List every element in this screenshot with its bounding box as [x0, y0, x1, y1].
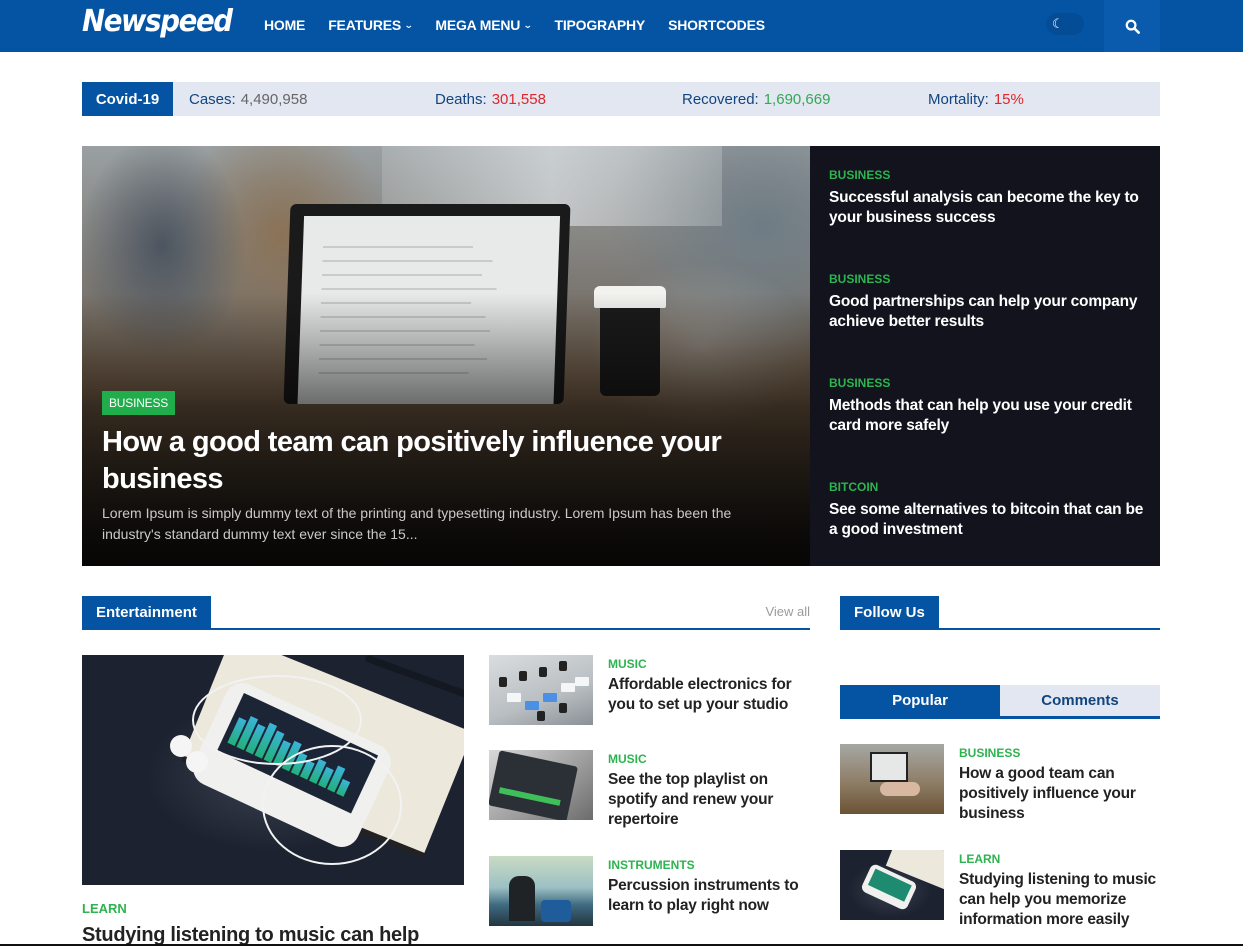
- nav-tipography[interactable]: TIPOGRAPHY: [555, 17, 646, 33]
- tab-comments[interactable]: Comments: [1000, 685, 1160, 716]
- stat-label: Deaths:: [435, 90, 487, 108]
- covid-recovered: Recovered: 1,690,669: [682, 82, 830, 116]
- site-logo[interactable]: Newspeed: [82, 4, 233, 39]
- post-title[interactable]: See the top playlist on spotify and rene…: [608, 770, 813, 830]
- stat-label: Cases:: [189, 90, 236, 108]
- post-thumbnail[interactable]: [840, 744, 944, 814]
- post-title[interactable]: Good partnerships can help your company …: [829, 292, 1149, 332]
- post-category[interactable]: MUSIC: [608, 657, 647, 671]
- dark-mode-toggle[interactable]: ☾: [1046, 13, 1084, 35]
- post-title[interactable]: See some alternatives to bitcoin that ca…: [829, 500, 1149, 540]
- post-category[interactable]: BUSINESS: [829, 168, 1149, 182]
- stat-label: Recovered:: [682, 90, 759, 108]
- post-thumbnail[interactable]: [489, 655, 593, 725]
- moon-icon: ☾: [1052, 16, 1064, 31]
- side-list-item[interactable]: BUSINESS Successful analysis can become …: [829, 168, 1149, 228]
- view-all-link[interactable]: View all: [765, 604, 810, 619]
- post-thumbnail[interactable]: [840, 850, 944, 920]
- stat-value: 4,490,958: [240, 90, 308, 108]
- nav-home-label: HOME: [264, 17, 306, 33]
- hero-title[interactable]: How a good team can positively influence…: [102, 424, 762, 498]
- chevron-down-icon: ⌄: [523, 19, 533, 30]
- nav-mega-menu-label: MEGA MENU: [435, 17, 521, 33]
- post-category[interactable]: INSTRUMENTS: [608, 858, 695, 872]
- list-item[interactable]: BUSINESS How a good team can positively …: [840, 744, 1162, 822]
- main-nav: HOME FEATURES ⌄ MEGA MENU ⌄ TIPOGRAPHY SHO…: [264, 0, 788, 50]
- list-item[interactable]: MUSIC Affordable electronics for you to …: [489, 655, 811, 727]
- nav-shortcodes-label: SHORTCODES: [668, 17, 765, 33]
- nav-tipography-label: TIPOGRAPHY: [554, 17, 646, 33]
- entertainment-section-header: Entertainment View all: [82, 596, 810, 630]
- stat-value: 301,558: [491, 90, 546, 108]
- covid-cases: Cases: 4,490,958: [189, 82, 307, 116]
- covid-ticker: Covid-19 Cases: 4,490,958 Deaths: 301,558 …: [82, 82, 1160, 116]
- post-title[interactable]: Studying listening to music can help: [82, 922, 419, 946]
- post-category[interactable]: LEARN: [959, 852, 1000, 866]
- featured-post-image[interactable]: [82, 655, 464, 885]
- post-category[interactable]: BITCOIN: [829, 480, 1149, 494]
- nav-mega-menu[interactable]: MEGA MENU ⌄: [435, 17, 533, 33]
- post-title[interactable]: Studying listening to music can help you…: [959, 870, 1164, 930]
- post-category[interactable]: MUSIC: [608, 752, 647, 766]
- stat-label: Mortality:: [928, 90, 989, 108]
- post-title[interactable]: Methods that can help you use your credi…: [829, 396, 1149, 436]
- nav-home[interactable]: HOME: [264, 17, 305, 33]
- post-title[interactable]: Successful analysis can become the key t…: [829, 188, 1149, 228]
- side-list-item[interactable]: BUSINESS Methods that can help you use y…: [829, 376, 1149, 436]
- top-navbar: Newspeed HOME FEATURES ⌄ MEGA MENU ⌄ TIPOG…: [0, 0, 1243, 52]
- nav-shortcodes[interactable]: SHORTCODES: [668, 17, 765, 33]
- list-item[interactable]: LEARN Studying listening to music can he…: [840, 850, 1162, 928]
- covid-label: Covid-19: [82, 82, 173, 116]
- search-icon: [1125, 19, 1140, 34]
- post-title[interactable]: Affordable electronics for you to set up…: [608, 675, 813, 715]
- search-button[interactable]: [1104, 0, 1160, 52]
- stat-value: 15%: [993, 90, 1024, 108]
- post-title[interactable]: Percussion instruments to learn to play …: [608, 876, 813, 916]
- post-category[interactable]: LEARN: [82, 901, 127, 916]
- post-category[interactable]: BUSINESS: [829, 376, 1149, 390]
- post-category[interactable]: BUSINESS: [829, 272, 1149, 286]
- image-cable: [262, 745, 402, 865]
- follow-us-section-header: Follow Us: [840, 596, 1160, 630]
- featured-side-list: BUSINESS Successful analysis can become …: [810, 146, 1160, 566]
- category-badge[interactable]: BUSINESS: [102, 391, 176, 415]
- image-pen: [364, 655, 464, 699]
- list-item[interactable]: MUSIC See the top playlist on spotify an…: [489, 750, 811, 828]
- post-title[interactable]: How a good team can positively influence…: [959, 764, 1149, 824]
- covid-mortality: Mortality: 15%: [928, 82, 1024, 116]
- hero-excerpt: Lorem Ipsum is simply dummy text of the …: [102, 505, 732, 542]
- section-title: Follow Us: [840, 596, 939, 628]
- nav-features[interactable]: FEATURES ⌄: [328, 17, 414, 33]
- side-list-item[interactable]: BITCOIN See some alternatives to bitcoin…: [829, 480, 1149, 540]
- sidebar-tabs: Popular Comments: [840, 685, 1160, 719]
- side-list-item[interactable]: BUSINESS Good partnerships can help your…: [829, 272, 1149, 332]
- nav-features-label: FEATURES: [328, 17, 402, 33]
- image-earbud: [186, 751, 208, 773]
- section-title: Entertainment: [82, 596, 211, 628]
- post-category[interactable]: BUSINESS: [959, 746, 1020, 760]
- tab-popular[interactable]: Popular: [840, 685, 1000, 716]
- hero-featured-post[interactable]: BUSINESS How a good team can positively …: [82, 146, 810, 566]
- chevron-down-icon: ⌄: [403, 19, 414, 30]
- post-thumbnail[interactable]: [489, 750, 593, 820]
- list-item[interactable]: INSTRUMENTS Percussion instruments to le…: [489, 856, 811, 928]
- stat-value: 1,690,669: [763, 90, 831, 108]
- covid-deaths: Deaths: 301,558: [435, 82, 546, 116]
- post-thumbnail[interactable]: [489, 856, 593, 926]
